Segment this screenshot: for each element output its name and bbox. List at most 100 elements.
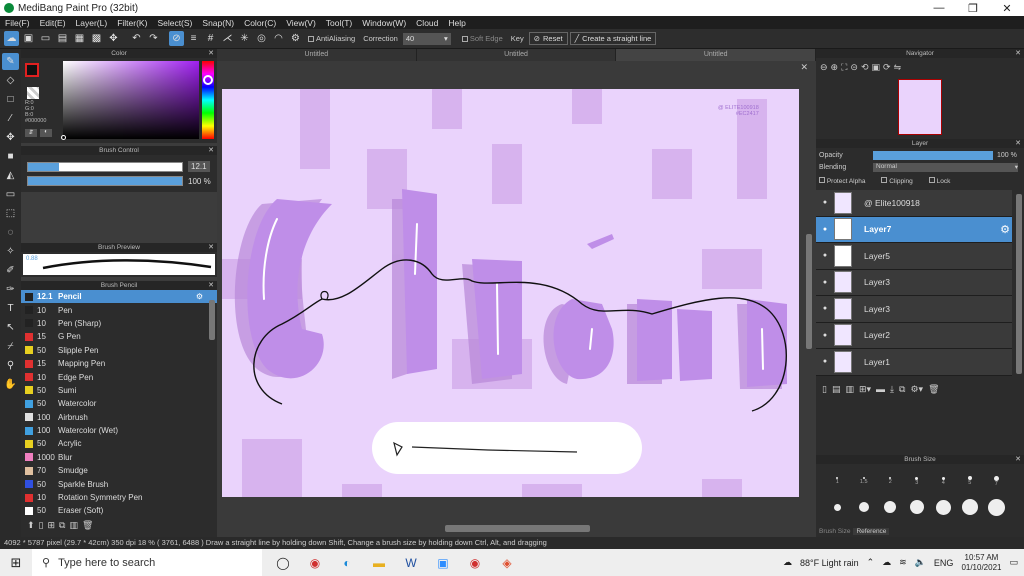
- menu-color[interactable]: Color(C): [239, 18, 281, 28]
- layer-scrollbar[interactable]: [1016, 194, 1022, 374]
- straight-line-button[interactable]: ╱ Create a straight line: [569, 32, 657, 45]
- delete-layer-icon[interactable]: 🗑: [928, 384, 939, 395]
- add-brush-icon[interactable]: ⊞: [48, 520, 56, 531]
- menu-edit[interactable]: Edit(E): [35, 18, 71, 28]
- menu-snap[interactable]: Snap(N): [197, 18, 239, 28]
- brush-size-option[interactable]: [930, 494, 957, 520]
- panel-close-icon[interactable]: ✕: [1015, 139, 1021, 148]
- transform-icon[interactable]: ✥: [106, 31, 121, 46]
- layer-settings-gear-icon[interactable]: ⚙: [1000, 223, 1010, 236]
- visibility-icon[interactable]: ●: [816, 332, 834, 339]
- brush-size-option[interactable]: [824, 494, 851, 520]
- brush-tool-icon[interactable]: ✎: [2, 53, 19, 70]
- save-icon[interactable]: ▣: [21, 31, 36, 46]
- menu-view[interactable]: View(V): [281, 18, 321, 28]
- menu-window[interactable]: Window(W): [357, 18, 411, 28]
- tab-untitled-1[interactable]: Untitled: [217, 49, 417, 61]
- brush-item[interactable]: 50 Slipple Pen: [21, 344, 217, 357]
- wifi-icon[interactable]: ≋: [899, 557, 907, 568]
- drawing-canvas[interactable]: @ ELITE100918 #EC2417: [222, 89, 799, 497]
- brush-item[interactable]: 10 Rotation Symmetry Pen: [21, 491, 217, 504]
- transparent-swatch[interactable]: [27, 87, 39, 99]
- select-tool-icon[interactable]: ⬚: [2, 205, 19, 222]
- hue-cursor[interactable]: [203, 75, 213, 85]
- task-view-icon[interactable]: ◯: [272, 552, 294, 574]
- new-brush-icon[interactable]: ▯: [39, 520, 44, 531]
- brush-item[interactable]: 50 Acrylic: [21, 437, 217, 450]
- fullscreen-icon[interactable]: ▣: [872, 62, 881, 73]
- layer-row[interactable]: ● Layer5: [816, 243, 1012, 270]
- folder-icon[interactable]: ▬: [876, 384, 885, 395]
- maximize-button[interactable]: ❐: [956, 2, 990, 15]
- brush-item[interactable]: 100 Watercolor (Wet): [21, 424, 217, 437]
- brush-size-option[interactable]: 7: [983, 468, 1010, 494]
- horizontal-scrollbar[interactable]: [445, 525, 590, 532]
- brush-item[interactable]: 10 Edge Pen: [21, 370, 217, 383]
- menu-help[interactable]: Help: [443, 18, 470, 28]
- share-icon[interactable]: ▦: [72, 31, 87, 46]
- rotate-right-icon[interactable]: ⟳: [883, 62, 891, 73]
- tab-reference[interactable]: Reference: [853, 528, 890, 535]
- brush-settings-icon[interactable]: ▥: [69, 520, 78, 531]
- hue-slider[interactable]: [202, 61, 214, 139]
- radial-snap-icon[interactable]: ✳: [237, 31, 252, 46]
- operation-tool-icon[interactable]: ↖: [2, 319, 19, 336]
- brush-opacity-slider[interactable]: [27, 176, 183, 186]
- redo-icon[interactable]: ↷: [146, 31, 161, 46]
- brush-size-option[interactable]: [983, 494, 1010, 520]
- merge-down-icon[interactable]: ⤓: [890, 384, 894, 395]
- layer-row[interactable]: ● Layer3: [816, 269, 1012, 296]
- protect-alpha-checkbox[interactable]: [819, 177, 825, 183]
- brush-item[interactable]: 1000 Blur: [21, 451, 217, 464]
- brush-size-option[interactable]: 4: [930, 468, 957, 494]
- brush-size-option[interactable]: 5: [957, 468, 984, 494]
- menu-cloud[interactable]: Cloud: [411, 18, 443, 28]
- layer-row[interactable]: ● Layer7 ⚙: [816, 216, 1012, 243]
- panel-close-icon[interactable]: ✕: [1015, 49, 1021, 58]
- brush-item[interactable]: 15 Mapping Pen: [21, 357, 217, 370]
- select-eraser-icon[interactable]: ✑: [2, 281, 19, 298]
- visibility-icon[interactable]: ●: [816, 199, 834, 206]
- upload-brush-icon[interactable]: ⬆: [27, 520, 35, 531]
- layer-row[interactable]: ● Layer3: [816, 296, 1012, 323]
- brush-item[interactable]: 50 Sparkle Brush: [21, 477, 217, 490]
- speech-icon[interactable]: ▤: [55, 31, 70, 46]
- antialiasing-checkbox[interactable]: [308, 35, 314, 42]
- panel-close-icon[interactable]: ✕: [208, 281, 214, 290]
- cloud-sync-icon[interactable]: ☁: [882, 557, 891, 568]
- move-tool-icon[interactable]: ✥: [2, 129, 19, 146]
- visibility-icon[interactable]: ●: [816, 279, 834, 286]
- edge-icon[interactable]: ◐: [336, 552, 358, 574]
- new-layer-icon[interactable]: ▯: [822, 384, 827, 395]
- minimize-button[interactable]: —: [922, 2, 956, 15]
- brush-item[interactable]: 10 Pen (Sharp): [21, 317, 217, 330]
- brush-size-option[interactable]: [904, 494, 931, 520]
- notification-icon[interactable]: ▭: [1009, 557, 1018, 568]
- new-1bit-layer-icon[interactable]: ▥: [845, 384, 854, 395]
- snap-settings-icon[interactable]: ⚙: [288, 31, 303, 46]
- color-picker-cursor[interactable]: [61, 135, 66, 140]
- eraser-tool-icon[interactable]: ◇: [2, 72, 19, 89]
- add-layer-menu-icon[interactable]: ⊞▾: [859, 384, 871, 395]
- gradient-tool-icon[interactable]: ▭: [2, 186, 19, 203]
- fill-rect-tool-icon[interactable]: ■: [2, 148, 19, 165]
- flip-icon[interactable]: ⇋: [894, 62, 902, 73]
- brush-size-option[interactable]: [957, 494, 984, 520]
- color-mode-icon[interactable]: ◐: [40, 129, 52, 137]
- soft-edge-checkbox[interactable]: [461, 35, 468, 42]
- lasso-tool-icon[interactable]: ◌: [2, 224, 19, 241]
- parallel-snap-icon[interactable]: ≡: [186, 31, 201, 46]
- gear-icon[interactable]: ⚙: [196, 292, 203, 301]
- windows-start-icon[interactable]: ⊞: [5, 552, 27, 574]
- menu-select[interactable]: Select(S): [152, 18, 197, 28]
- lock-checkbox[interactable]: [928, 177, 935, 183]
- brush-item-pencil[interactable]: 12.1 Pencil ⚙: [21, 290, 217, 304]
- word-icon[interactable]: W: [400, 552, 422, 574]
- vertical-scrollbar[interactable]: [806, 234, 812, 349]
- copy-brush-icon[interactable]: ⧉: [59, 520, 65, 531]
- bucket-tool-icon[interactable]: ◭: [2, 167, 19, 184]
- medibang-icon[interactable]: ◈: [496, 552, 518, 574]
- tab-close-icon[interactable]: ✕: [800, 62, 808, 73]
- circle-snap-icon[interactable]: ◎: [254, 31, 269, 46]
- zoom-out-icon[interactable]: ⊖: [820, 62, 828, 73]
